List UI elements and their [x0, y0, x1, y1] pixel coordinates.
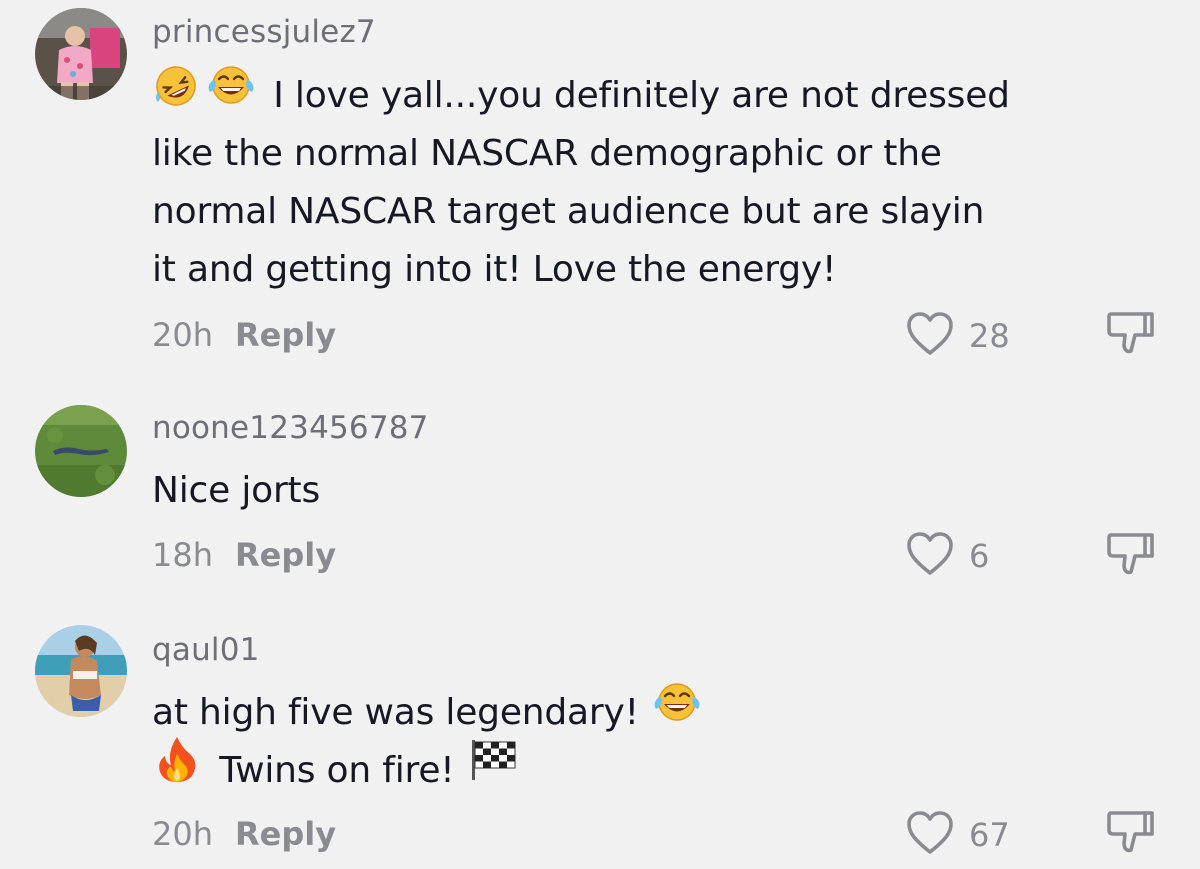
username[interactable]: qaul01 — [152, 632, 260, 668]
heart-icon — [905, 531, 955, 581]
username[interactable]: princessjulez7 — [152, 14, 376, 50]
comment-line: normal NASCAR target audience but are sl… — [152, 191, 985, 232]
heart-icon — [905, 810, 955, 860]
dislike-button[interactable] — [1105, 309, 1157, 361]
comment-line: I love yall...you definitely are not dre… — [273, 75, 1010, 116]
thumbs-down-icon — [1105, 811, 1157, 860]
like-count: 28 — [969, 317, 1010, 355]
face-with-tears-of-joy-icon — [650, 679, 704, 741]
comment-meta: 18h Reply — [152, 536, 336, 574]
thumbs-down-icon — [1105, 312, 1157, 361]
comment-meta: 20h Reply — [152, 815, 336, 853]
timestamp: 20h — [152, 316, 213, 354]
dislike-button[interactable] — [1105, 530, 1157, 582]
comment-line: like the normal NASCAR demographic or th… — [152, 133, 942, 174]
heart-icon — [905, 311, 955, 361]
avatar[interactable] — [35, 405, 127, 497]
rolling-on-floor-laughing-icon — [152, 62, 204, 124]
username[interactable]: noone123456787 — [152, 410, 429, 446]
comment-line: Nice jorts — [152, 470, 321, 511]
dislike-button[interactable] — [1105, 808, 1157, 860]
chequered-flag-icon — [466, 736, 520, 800]
reply-button[interactable]: Reply — [235, 316, 336, 354]
like-button[interactable]: 6 — [905, 531, 989, 581]
reply-button[interactable]: Reply — [235, 815, 336, 853]
comment-text: at high five was legendary! Twins on fir… — [152, 683, 1112, 802]
face-with-tears-of-joy-icon — [204, 62, 258, 124]
comment-line: it and getting into it! Love the energy! — [152, 249, 837, 290]
reply-button[interactable]: Reply — [235, 536, 336, 574]
comment-text: I love yall...you definitely are not dre… — [152, 66, 1112, 299]
comment-text: Nice jorts — [152, 462, 1112, 520]
like-count: 6 — [969, 537, 990, 575]
comment-meta: 20h Reply — [152, 316, 336, 354]
thumbs-down-icon — [1105, 533, 1157, 582]
comment-line: at high five was legendary! — [152, 692, 639, 733]
like-button[interactable]: 67 — [905, 810, 1010, 860]
comment-line: Twins on fire! — [219, 750, 455, 791]
timestamp: 20h — [152, 815, 213, 853]
fire-icon — [152, 734, 202, 802]
avatar[interactable] — [35, 625, 127, 717]
timestamp: 18h — [152, 536, 213, 574]
avatar[interactable] — [35, 8, 127, 100]
like-count: 67 — [969, 816, 1010, 854]
like-button[interactable]: 28 — [905, 311, 1010, 361]
